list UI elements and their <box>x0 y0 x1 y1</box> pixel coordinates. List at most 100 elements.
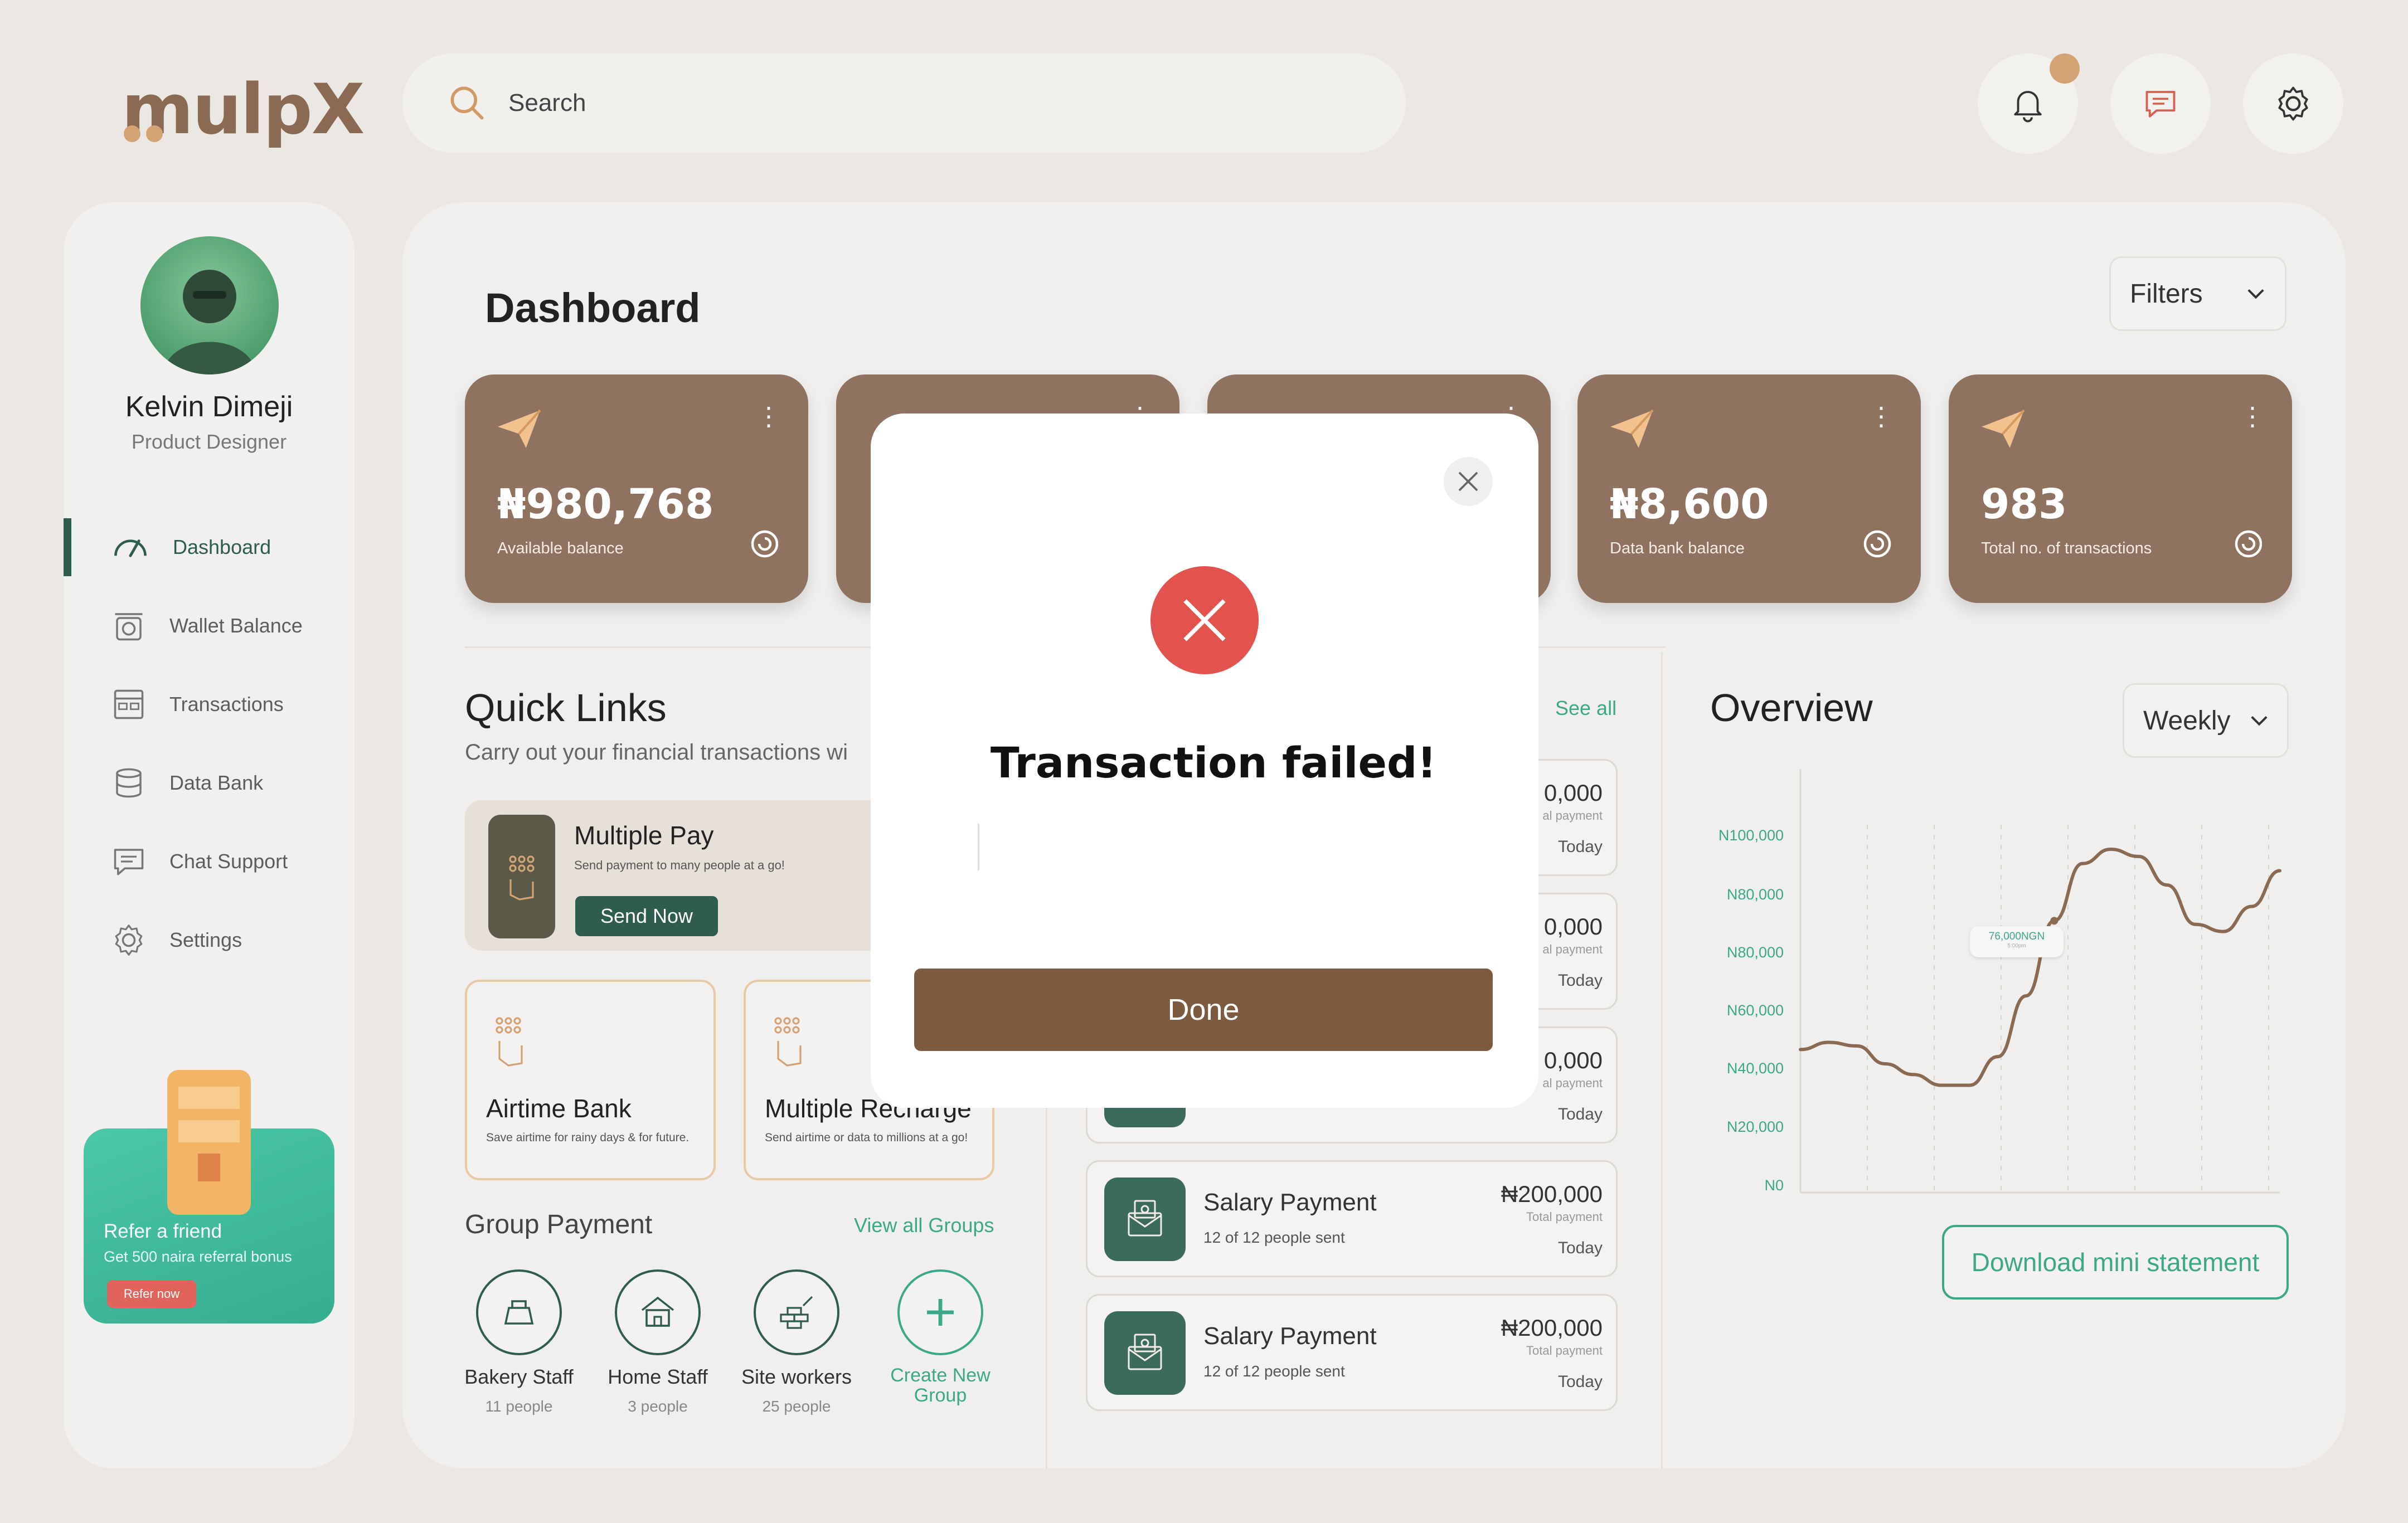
transaction-amount: ₦200,000 <box>1501 1181 1603 1207</box>
download-statement-button[interactable]: Download mini statement <box>1942 1225 2289 1300</box>
more-options-icon[interactable]: ⋮ <box>756 403 781 429</box>
group-item[interactable]: Bakery Staff 11 people <box>455 1269 583 1415</box>
close-button[interactable] <box>1444 457 1493 506</box>
message-icon <box>2145 91 2176 118</box>
search-icon <box>450 86 484 120</box>
transaction-row[interactable]: Salary Payment 12 of 12 people sent ₦200… <box>1086 1160 1618 1277</box>
multiple-recharge-subtitle: Send airtime or data to millions at a go… <box>765 1131 968 1144</box>
transaction-subtitle: 12 of 12 people sent <box>1203 1229 1345 1246</box>
y-tick-label: N60,000 <box>1726 1002 1784 1019</box>
see-all-link[interactable]: See all <box>1555 697 1616 720</box>
filters-dropdown[interactable]: Filters <box>2109 256 2286 331</box>
card-label: Total no. of transactions <box>1981 539 2152 557</box>
card-value: ₦980,768 <box>497 480 714 528</box>
transaction-amount: ₦200,000 <box>1501 1315 1603 1341</box>
bricks-icon <box>754 1269 839 1355</box>
transactions-icon <box>114 689 144 719</box>
text-cursor <box>978 824 979 870</box>
refresh-icon <box>2235 530 2263 558</box>
transaction-row[interactable]: Salary Payment 12 of 12 people sent ₦200… <box>1086 1294 1618 1411</box>
airtime-bank-card[interactable]: Airtime Bank Save airtime for rainy days… <box>465 980 716 1180</box>
scale-icon <box>115 613 143 641</box>
sidebar-item-label: Dashboard <box>173 536 271 558</box>
close-icon <box>1458 471 1478 492</box>
gear-icon <box>2278 86 2308 121</box>
transaction-date: Today <box>1557 1373 1603 1391</box>
y-tick-label: N80,000 <box>1726 886 1784 903</box>
transaction-amount: 0,000 <box>1543 913 1603 940</box>
y-tick-label: N80,000 <box>1726 944 1784 961</box>
refer-illustration <box>167 1070 251 1215</box>
transaction-title: Salary Payment <box>1203 1189 1377 1216</box>
period-label: Weekly <box>2143 705 2231 736</box>
refer-now-button[interactable]: Refer now <box>107 1280 196 1308</box>
house-icon <box>615 1269 701 1355</box>
balance-card[interactable]: ⋮ ₦980,768 Available balance <box>465 374 808 603</box>
settings-button[interactable] <box>2243 53 2343 154</box>
transaction-date: Today <box>1557 971 1603 990</box>
overview-chart <box>1799 769 2281 1194</box>
group-payment-title: Group Payment <box>465 1210 653 1239</box>
tooltip-value: 76,000NGN <box>1988 931 2045 942</box>
quick-links-subtitle: Carry out your financial transactions wi <box>465 740 848 765</box>
group-count: 11 people <box>485 1398 553 1415</box>
quick-links-title: Quick Links <box>465 686 667 729</box>
multiple-pay-subtitle: Send payment to many people at a go! <box>574 858 785 872</box>
balance-card[interactable]: ⋮ ₦8,600 Data bank balance <box>1577 374 1921 603</box>
refresh-icon <box>751 530 779 558</box>
sidebar-item-wallet-balance[interactable]: Wallet Balance <box>64 597 355 655</box>
airtime-bank-title: Airtime Bank <box>486 1094 632 1123</box>
paper-plane-icon <box>498 409 541 448</box>
modal-title: Transaction failed! <box>990 738 1437 787</box>
sidebar-item-data-bank[interactable]: Data Bank <box>64 754 355 812</box>
group-item[interactable]: Site workers 25 people <box>732 1269 861 1415</box>
transaction-date: Today <box>1557 1239 1603 1257</box>
done-button[interactable]: Done <box>914 969 1493 1051</box>
sidebar-item-label: Settings <box>169 928 242 951</box>
multiple-pay-card[interactable]: Multiple Pay Send payment to many people… <box>465 800 900 951</box>
sidebar-item-dashboard[interactable]: Dashboard <box>64 518 355 576</box>
transaction-amount-label: Total payment <box>1526 1210 1603 1224</box>
airtime-bank-subtitle: Save airtime for rainy days & for future… <box>486 1131 690 1144</box>
app-logo: mulpX <box>122 70 365 150</box>
search-input[interactable]: Search <box>508 89 586 117</box>
more-options-icon[interactable]: ⋮ <box>1868 403 1894 429</box>
user-role: Product Designer <box>131 430 287 453</box>
send-now-button[interactable]: Send Now <box>575 896 718 936</box>
y-tick-label: N0 <box>1764 1177 1784 1194</box>
group-name: Site workers <box>741 1365 852 1388</box>
transaction-title: Salary Payment <box>1203 1322 1377 1350</box>
sidebar-item-label: Chat Support <box>169 850 288 873</box>
transaction-amount-label: Total payment <box>1526 1344 1603 1357</box>
avatar[interactable] <box>140 236 279 374</box>
bell-icon <box>2014 91 2042 123</box>
series-line <box>1799 847 2281 1087</box>
search-bar[interactable]: Search <box>402 53 1406 153</box>
hand-tap-icon <box>774 1017 802 1067</box>
hand-tap-icon <box>488 815 555 938</box>
group-item[interactable]: Home Staff 3 people <box>594 1269 722 1415</box>
sidebar-item-label: Data Bank <box>169 771 264 794</box>
messages-button[interactable] <box>2110 53 2211 154</box>
envelope-money-icon <box>1104 1311 1186 1395</box>
sidebar-item-chat-support[interactable]: Chat Support <box>64 833 355 891</box>
notification-dot <box>2050 53 2080 84</box>
transaction-date: Today <box>1557 838 1603 856</box>
period-dropdown[interactable]: Weekly <box>2123 683 2289 758</box>
more-options-icon[interactable]: ⋮ <box>2240 403 2265 429</box>
sidebar-item-label: Transactions <box>169 693 284 716</box>
view-all-groups-link[interactable]: View all Groups <box>854 1214 994 1237</box>
data-point-highlight[interactable] <box>2050 917 2059 925</box>
balance-card[interactable]: ⋮ 983 Total no. of transactions <box>1949 374 2292 603</box>
y-tick-label: N100,000 <box>1718 827 1784 844</box>
filters-label: Filters <box>2130 279 2203 309</box>
create-group-button[interactable]: Create New Group <box>876 1269 1004 1405</box>
hand-tap-icon <box>496 1017 523 1067</box>
paper-plane-icon <box>1610 409 1654 448</box>
envelope-money-icon <box>1104 1177 1186 1261</box>
transaction-amount-label: al payment <box>1542 809 1603 823</box>
sidebar-item-transactions[interactable]: Transactions <box>64 675 355 733</box>
sidebar-item-settings[interactable]: Settings <box>64 911 355 969</box>
paper-plane-icon <box>1982 409 2025 448</box>
multiple-pay-title: Multiple Pay <box>574 821 714 850</box>
